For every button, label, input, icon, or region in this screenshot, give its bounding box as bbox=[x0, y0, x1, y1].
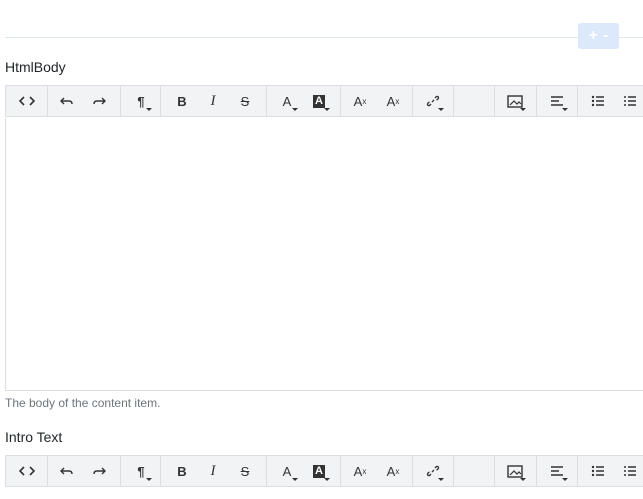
font-color-icon[interactable]: A bbox=[273, 456, 301, 486]
intro-text-label: Intro Text bbox=[5, 429, 63, 445]
subscript-icon[interactable]: Ax bbox=[379, 86, 407, 116]
htmlbody-toolbar: ¶ B I S A A Ax Ax bbox=[5, 85, 643, 117]
intro-text-toolbar: ¶ B I S A A Ax Ax bbox=[5, 455, 643, 487]
align-icon[interactable] bbox=[543, 86, 571, 116]
image-icon[interactable] bbox=[501, 86, 529, 116]
highlight-color-icon[interactable]: A bbox=[305, 456, 333, 486]
align-icon[interactable] bbox=[543, 456, 571, 486]
strikethrough-icon[interactable]: S bbox=[231, 456, 259, 486]
section-divider bbox=[5, 37, 643, 38]
subscript-icon[interactable]: Ax bbox=[379, 456, 407, 486]
redo-icon[interactable] bbox=[85, 86, 113, 116]
redo-icon[interactable] bbox=[85, 456, 113, 486]
bold-icon[interactable]: B bbox=[168, 86, 196, 116]
italic-icon[interactable]: I bbox=[199, 86, 227, 116]
undo-icon[interactable] bbox=[53, 456, 81, 486]
htmlbody-hint: The body of the content item. bbox=[5, 396, 161, 410]
numbered-list-icon[interactable] bbox=[616, 456, 643, 486]
undo-icon[interactable] bbox=[53, 86, 81, 116]
minus-label[interactable]: - bbox=[603, 27, 608, 45]
paragraph-icon[interactable]: ¶ bbox=[127, 456, 155, 486]
strikethrough-icon[interactable]: S bbox=[231, 86, 259, 116]
image-icon[interactable] bbox=[501, 456, 529, 486]
superscript-icon[interactable]: Ax bbox=[346, 86, 374, 116]
htmlbody-editor-area[interactable] bbox=[5, 118, 643, 391]
bullet-list-icon[interactable] bbox=[584, 456, 612, 486]
numbered-list-icon[interactable] bbox=[616, 86, 643, 116]
code-view-icon[interactable] bbox=[13, 86, 41, 116]
italic-icon[interactable]: I bbox=[199, 456, 227, 486]
superscript-icon[interactable]: Ax bbox=[346, 456, 374, 486]
code-view-icon[interactable] bbox=[13, 456, 41, 486]
bullet-list-icon[interactable] bbox=[584, 86, 612, 116]
link-icon[interactable] bbox=[419, 456, 447, 486]
plus-label[interactable]: + bbox=[589, 27, 598, 45]
link-icon[interactable] bbox=[419, 86, 447, 116]
add-remove-button[interactable]: + - bbox=[578, 23, 619, 49]
bold-icon[interactable]: B bbox=[168, 456, 196, 486]
paragraph-icon[interactable]: ¶ bbox=[127, 86, 155, 116]
highlight-color-icon[interactable]: A bbox=[305, 86, 333, 116]
font-color-icon[interactable]: A bbox=[273, 86, 301, 116]
htmlbody-label: HtmlBody bbox=[5, 59, 66, 75]
